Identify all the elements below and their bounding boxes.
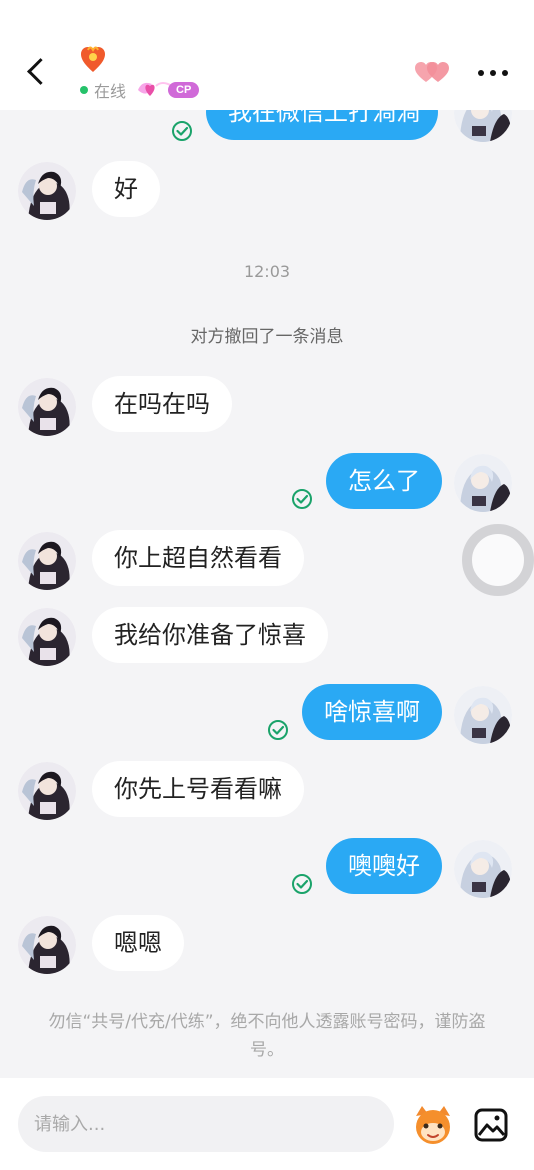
system-notice: 对方撤回了一条消息 xyxy=(190,327,344,347)
other-avatar[interactable] xyxy=(18,608,76,666)
message-bubble-left[interactable]: 你上超自然看看 xyxy=(92,530,304,586)
back-icon[interactable] xyxy=(22,58,52,88)
floating-assistive-button[interactable] xyxy=(462,524,534,596)
status-row: 在线 CP xyxy=(80,78,200,102)
more-icon[interactable] xyxy=(478,68,508,78)
message-bubble-left[interactable]: 好 xyxy=(92,161,160,217)
heart-avatar-icon[interactable] xyxy=(80,46,106,74)
message-input[interactable] xyxy=(18,1096,394,1152)
message-bubble-right[interactable]: 啥惊喜啊 xyxy=(302,684,442,740)
message-bubble-left[interactable]: 我给你准备了惊喜 xyxy=(92,607,328,663)
other-avatar[interactable] xyxy=(18,378,76,436)
read-check-icon xyxy=(291,488,313,510)
couple-hearts-icon[interactable] xyxy=(414,60,450,84)
security-warning: 勿信“共号/代充/代练”，绝不向他人透露账号密码，谨防盗号。 xyxy=(48,1012,486,1060)
cp-label: CP xyxy=(168,82,200,98)
message-bubble-left[interactable]: 嗯嗯 xyxy=(92,915,184,971)
emoji-icon[interactable] xyxy=(410,1102,456,1148)
my-avatar[interactable] xyxy=(454,686,512,744)
image-icon[interactable] xyxy=(474,1108,508,1142)
other-avatar[interactable] xyxy=(18,916,76,974)
message-bubble-right[interactable]: 噢噢好 xyxy=(326,838,442,894)
read-check-icon xyxy=(171,120,193,142)
chat-header: 在线 CP xyxy=(0,0,534,110)
online-status: 在线 xyxy=(94,82,127,101)
online-indicator xyxy=(80,86,88,94)
input-bar xyxy=(0,1078,534,1170)
other-avatar[interactable] xyxy=(18,162,76,220)
cp-badge[interactable]: CP xyxy=(136,79,200,101)
message-bubble-left[interactable]: 在吗在吗 xyxy=(92,376,232,432)
read-check-icon xyxy=(291,873,313,895)
message-bubble-right[interactable]: 怎么了 xyxy=(326,453,442,509)
read-check-icon xyxy=(267,719,289,741)
message-timestamp: 12:03 xyxy=(243,262,291,281)
other-avatar[interactable] xyxy=(18,532,76,590)
message-bubble-left[interactable]: 你先上号看看嘛 xyxy=(92,761,304,817)
other-avatar[interactable] xyxy=(18,762,76,820)
my-avatar[interactable] xyxy=(454,840,512,898)
my-avatar[interactable] xyxy=(454,454,512,512)
